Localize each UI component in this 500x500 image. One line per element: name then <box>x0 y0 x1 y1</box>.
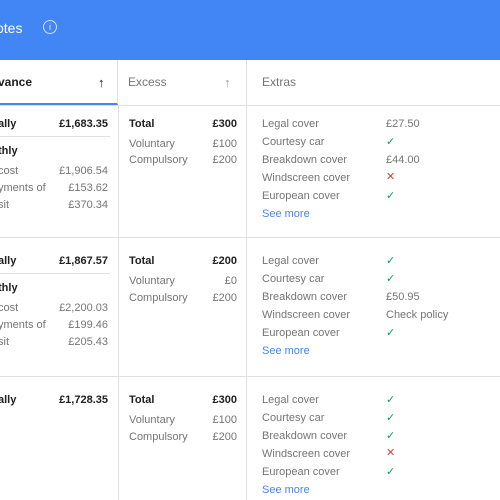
monthly-line-value: £2,200.03 <box>59 302 108 314</box>
extra-label: Breakdown cover <box>262 291 347 303</box>
annual-label: ally <box>0 118 17 130</box>
extra-value: £27.50 <box>386 118 420 130</box>
extra-label: Legal cover <box>262 255 319 267</box>
extra-label: Breakdown cover <box>262 154 347 166</box>
extra-label: European cover <box>262 190 340 202</box>
sort-arrow-icon[interactable]: ↑ <box>224 60 231 105</box>
annual-label: ally <box>0 255 17 267</box>
extra-label: Legal cover <box>262 394 319 406</box>
see-more-link[interactable]: See more <box>262 345 310 357</box>
excess-total-label: Total <box>129 394 155 406</box>
monthly-line-value: £205.43 <box>68 336 108 348</box>
extra-label: Courtesy car <box>262 136 325 148</box>
extra-value: £50.95 <box>386 291 420 303</box>
monthly-line-label: sit <box>0 199 9 211</box>
cross-icon: ✕ <box>386 171 396 183</box>
column-excess[interactable]: Excess ↑ <box>118 60 247 105</box>
check-icon: ✓ <box>386 273 396 285</box>
check-icon: ✓ <box>386 430 396 442</box>
monthly-line-label: cost <box>0 302 19 314</box>
excess-compulsory-label: Compulsory <box>129 431 188 443</box>
check-icon: ✓ <box>386 327 396 339</box>
excess-voluntary-label: Voluntary <box>129 414 175 426</box>
column-advance[interactable]: vance ↑ <box>0 60 118 105</box>
check-icon: ✓ <box>386 412 396 424</box>
annual-price: £1,728.35 <box>59 394 108 406</box>
excess-compulsory-value: £200 <box>212 292 237 304</box>
extra-label: Breakdown cover <box>262 430 347 442</box>
extra-label: Legal cover <box>262 118 319 130</box>
excess-total-value: £200 <box>212 255 237 267</box>
app-header: otes i <box>0 0 500 60</box>
monthly-line-label: cost <box>0 165 19 177</box>
monthly-line-value: £370.34 <box>68 199 108 211</box>
extra-label: Windscreen cover <box>262 448 351 460</box>
excess-voluntary-value: £100 <box>212 414 237 426</box>
extra-label: Courtesy car <box>262 273 325 285</box>
excess-voluntary-value: £0 <box>224 275 237 287</box>
check-icon: ✓ <box>386 394 396 406</box>
annual-price: £1,683.35 <box>59 118 108 130</box>
extra-value: £44.00 <box>386 154 420 166</box>
excess-total-value: £300 <box>212 118 237 130</box>
column-extras[interactable]: Extras <box>246 60 500 105</box>
check-icon: ✓ <box>386 136 396 148</box>
excess-voluntary-label: Voluntary <box>129 138 175 150</box>
excess-total-label: Total <box>129 255 155 267</box>
see-more-link[interactable]: See more <box>262 484 310 496</box>
check-icon: ✓ <box>386 190 396 202</box>
extra-label: Courtesy car <box>262 412 325 424</box>
extra-label: European cover <box>262 327 340 339</box>
extra-label: European cover <box>262 466 340 478</box>
sort-arrow-icon[interactable]: ↑ <box>98 60 105 105</box>
extra-label: Windscreen cover <box>262 309 351 321</box>
excess-voluntary-value: £100 <box>212 138 237 150</box>
monthly-label: thly <box>0 145 18 157</box>
column-excess-label: Excess <box>128 75 167 89</box>
quote-row[interactable]: ally £1,728.35 Total £300 Voluntary £100… <box>0 377 500 500</box>
monthly-line-value: £199.46 <box>68 319 108 331</box>
excess-total-value: £300 <box>212 394 237 406</box>
quote-row[interactable]: ally £1,683.35 thly cost £1,906.54 yment… <box>0 106 500 238</box>
column-headers: vance ↑ Excess ↑ Extras <box>0 60 500 106</box>
monthly-line-value: £1,906.54 <box>59 165 108 177</box>
excess-compulsory-label: Compulsory <box>129 154 188 166</box>
excess-compulsory-value: £200 <box>212 154 237 166</box>
excess-compulsory-value: £200 <box>212 431 237 443</box>
monthly-line-label: yments of <box>0 182 46 194</box>
check-icon: ✓ <box>386 255 396 267</box>
monthly-line-label: sit <box>0 336 9 348</box>
info-icon[interactable]: i <box>43 20 57 34</box>
column-advance-label: vance <box>0 75 33 89</box>
monthly-line-label: yments of <box>0 319 46 331</box>
quote-row[interactable]: ally £1,867.57 thly cost £2,200.03 yment… <box>0 238 500 377</box>
monthly-line-value: £153.62 <box>68 182 108 194</box>
excess-total-label: Total <box>129 118 155 130</box>
excess-voluntary-label: Voluntary <box>129 275 175 287</box>
column-extras-label: Extras <box>262 75 297 89</box>
check-icon: ✓ <box>386 466 396 478</box>
annual-price: £1,867.57 <box>59 255 108 267</box>
extra-label: Windscreen cover <box>262 172 351 184</box>
monthly-label: thly <box>0 282 18 294</box>
annual-label: ally <box>0 394 17 406</box>
cross-icon: ✕ <box>386 447 396 459</box>
see-more-link[interactable]: See more <box>262 208 310 220</box>
extra-value: Check policy <box>386 309 449 321</box>
page-title: otes <box>0 20 23 36</box>
excess-compulsory-label: Compulsory <box>129 292 188 304</box>
